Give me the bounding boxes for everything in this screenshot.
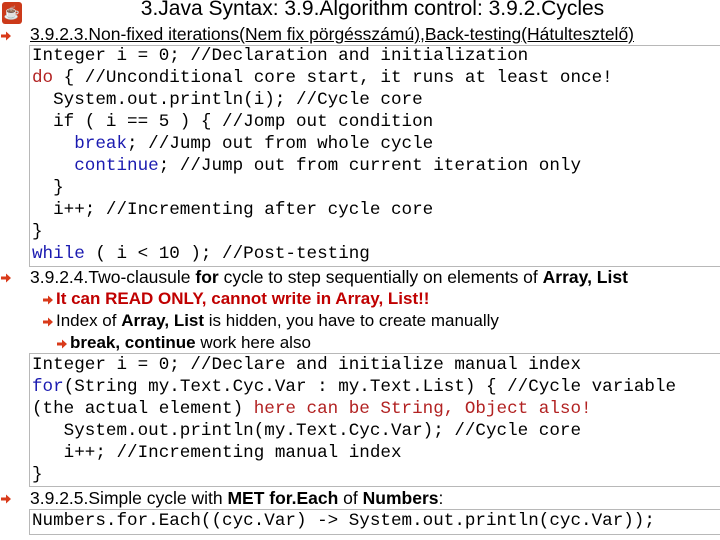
arrow-right-icon (57, 339, 67, 349)
slide-title: 3.Java Syntax: 3.9.Algorithm control: 3.… (140, 0, 605, 20)
code-line: ; //Jump out from current iteration only (158, 156, 582, 176)
code-line: Integer i = 0; //Declare and initialize … (32, 355, 582, 375)
code-keyword: break (74, 134, 128, 154)
code-line: if ( i == 5 ) { //Jomp out condition (32, 112, 434, 132)
code-line: (String my.Text.Cyc.Var : my.Text.List) … (63, 377, 677, 397)
code-keyword: do (32, 68, 54, 88)
code-line: i++; //Incrementing after cycle core (32, 200, 434, 220)
code-keyword: for (32, 377, 64, 397)
code-line: } (32, 465, 43, 485)
section-heading-back-testing: 3.9.2.3.Non-fixed iterations(Nem fix pör… (30, 24, 634, 44)
section-heading-method-foreach: 3.9.2.5.Simple cycle with MET for.Each o… (30, 488, 444, 508)
code-line: { //Unconditional core start, it runs at… (53, 68, 613, 88)
code-for-each: Integer i = 0; //Declare and initialize … (32, 354, 676, 486)
arrow-right-icon (1, 273, 11, 283)
code-keyword: continue (74, 156, 159, 176)
code-line: i++; //Incrementing manual index (32, 443, 402, 463)
code-line: (the actual element) (32, 399, 254, 419)
code-do-while: Integer i = 0; //Declaration and initial… (32, 45, 613, 265)
note-break-continue: break, continue work here also (70, 333, 311, 352)
code-lambda: Numbers.for.Each((cyc.Var) -> System.out… (32, 511, 655, 531)
code-highlight: here can be String, Object also! (253, 399, 592, 419)
arrow-right-icon (1, 31, 11, 41)
code-line: System.out.println(my.Text.Cyc.Var); //C… (32, 421, 582, 441)
note-read-only: It can READ ONLY, cannot write in Array,… (56, 289, 430, 308)
section-heading-for-each: 3.9.2.4.Two-clausule for cycle to step s… (30, 267, 628, 287)
code-keyword: while (32, 244, 85, 264)
arrow-right-icon (1, 494, 11, 504)
code-line: ; //Jump out from whole cycle (127, 134, 434, 154)
code-line: ( i < 10 ); //Post-testing (84, 244, 370, 264)
code-line: Integer i = 0; //Declaration and initial… (32, 46, 529, 66)
code-line: System.out.println(i); //Cycle core (32, 90, 423, 110)
note-hidden-index: Index of Array, List is hidden, you have… (56, 311, 499, 330)
code-line: } (32, 178, 64, 198)
arrow-right-icon (43, 317, 53, 327)
code-line: } (32, 222, 43, 242)
arrow-right-icon (43, 295, 53, 305)
